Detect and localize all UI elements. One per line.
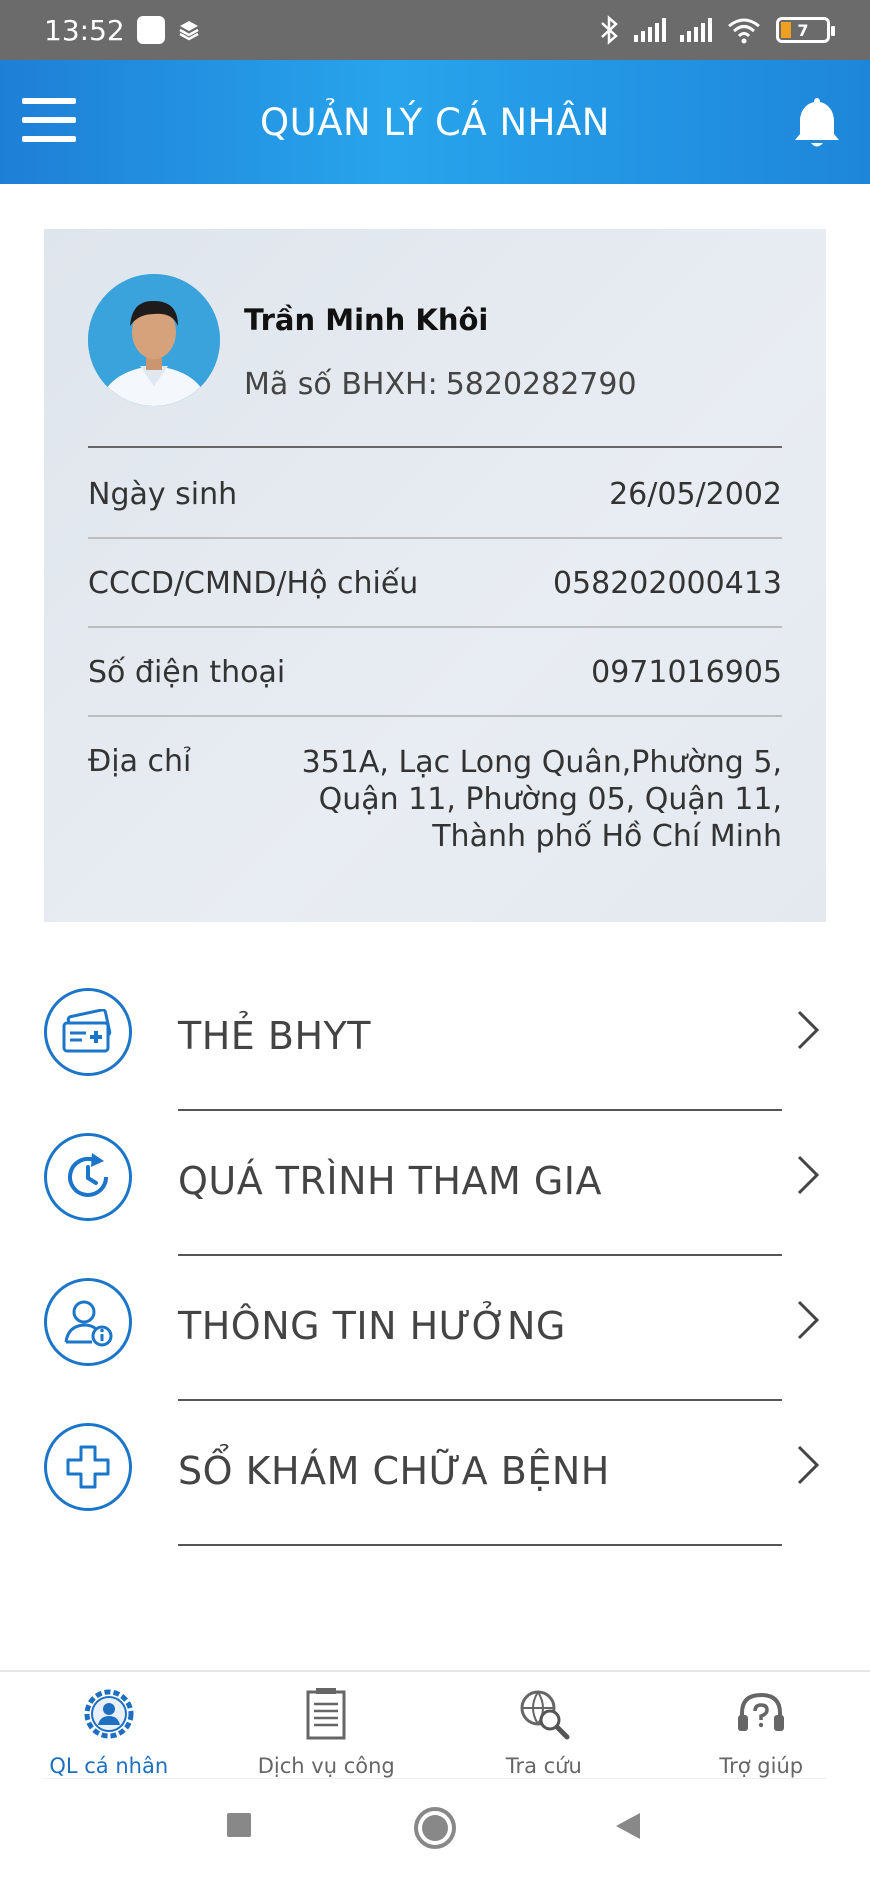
health-card-icon (44, 988, 132, 1076)
menu-item-medical-record[interactable]: SỔ KHÁM CHỮA BỆNH (44, 1423, 826, 1568)
info-row-id-card: CCCD/CMND/Hộ chiếu 058202000413 (88, 566, 782, 628)
back-button-icon[interactable] (612, 1810, 644, 1842)
menu-divider (178, 1254, 782, 1256)
notification-bell-icon[interactable] (790, 94, 844, 150)
info-value: 058202000413 (552, 566, 782, 601)
bluetooth-icon (601, 15, 618, 45)
status-time: 13:52 (44, 13, 125, 47)
battery-icon: 7 (776, 17, 835, 43)
history-clock-icon (44, 1133, 132, 1221)
address-value: 351A, Lạc Long Quân,Phường 5, Quận 11, P… (302, 744, 782, 855)
signal-icon (634, 18, 666, 42)
menu-label: SỔ KHÁM CHỮA BỆNH (178, 1449, 610, 1493)
address-line: Thành phố Hồ Chí Minh (432, 819, 782, 854)
user-info-icon (44, 1278, 132, 1366)
menu-item-benefit-info[interactable]: THÔNG TIN HƯỞNG (44, 1278, 826, 1423)
medical-cross-icon (44, 1423, 132, 1511)
menu-label: QUÁ TRÌNH THAM GIA (178, 1159, 602, 1203)
info-value: 26/05/2002 (609, 477, 782, 512)
nav-label: Tra cứu (505, 1754, 582, 1778)
info-row-address: Địa chỉ 351A, Lạc Long Quân,Phường 5, Qu… (88, 744, 782, 855)
info-row-birthdate: Ngày sinh 26/05/2002 (88, 477, 782, 539)
layers-icon (179, 21, 199, 41)
chevron-right-icon (797, 1300, 820, 1340)
nav-public-services[interactable]: Dịch vụ công (218, 1672, 436, 1778)
menu-item-bhyt-card[interactable]: THẺ BHYT (44, 988, 826, 1133)
chevron-right-icon (797, 1010, 820, 1050)
notification-app-icon (136, 16, 165, 44)
chevron-right-icon (797, 1155, 820, 1195)
nav-label: Dịch vụ công (257, 1754, 395, 1778)
profile-name: Trần Minh Khôi (244, 303, 489, 337)
document-icon (296, 1684, 356, 1744)
info-row-phone: Số điện thoại 0971016905 (88, 655, 782, 717)
nav-personal[interactable]: QL cá nhân (0, 1672, 218, 1778)
status-bar: 13:52 7 (0, 0, 870, 60)
system-nav-bar (0, 1778, 870, 1884)
info-label: CCCD/CMND/Hộ chiếu (88, 566, 419, 601)
menu-label: THÔNG TIN HƯỞNG (178, 1304, 566, 1348)
wifi-icon (728, 18, 760, 44)
info-label: Số điện thoại (88, 655, 286, 690)
bhxh-label: Mã số BHXH: (244, 367, 438, 402)
info-label: Ngày sinh (88, 477, 238, 512)
nav-help[interactable]: Trợ giúp (653, 1672, 870, 1778)
info-value: 0971016905 (591, 655, 782, 690)
profile-gear-icon (79, 1684, 139, 1744)
card-divider (88, 446, 782, 448)
bhxh-value: 5820282790 (445, 367, 637, 402)
info-label: Địa chỉ (88, 744, 192, 779)
menu-item-participation-history[interactable]: QUÁ TRÌNH THAM GIA (44, 1133, 826, 1278)
app-header: QUẢN LÝ CÁ NHÂN (0, 60, 870, 184)
page-title: QUẢN LÝ CÁ NHÂN (260, 100, 610, 144)
profile-card: Trần Minh Khôi Mã số BHXH: 5820282790 Ngà… (44, 229, 826, 922)
chevron-right-icon (797, 1445, 820, 1485)
home-button-icon[interactable] (413, 1806, 457, 1850)
nav-label: Trợ giúp (719, 1754, 804, 1778)
signal-icon-2 (680, 18, 712, 42)
address-line: Quận 11, Phường 05, Quận 11, (318, 782, 782, 817)
menu-divider (178, 1544, 782, 1546)
menu-divider (178, 1109, 782, 1111)
hamburger-menu-icon[interactable] (22, 98, 76, 142)
nav-lookup[interactable]: Tra cứu (435, 1672, 653, 1778)
avatar (88, 274, 220, 406)
avatar-photo (88, 274, 220, 406)
battery-level: 7 (797, 20, 809, 40)
address-line: 351A, Lạc Long Quân,Phường 5, (301, 745, 782, 780)
headset-help-icon (731, 1684, 791, 1744)
globe-search-icon (514, 1684, 574, 1744)
bottom-nav: QL cá nhân Dịch vụ công Tra cứu Trợ giúp (0, 1670, 870, 1778)
nav-label: QL cá nhân (49, 1754, 169, 1778)
bhxh-number: Mã số BHXH: 5820282790 (244, 367, 637, 402)
menu-label: THẺ BHYT (178, 1014, 371, 1058)
recent-apps-icon[interactable] (224, 1810, 254, 1840)
menu-divider (178, 1399, 782, 1401)
